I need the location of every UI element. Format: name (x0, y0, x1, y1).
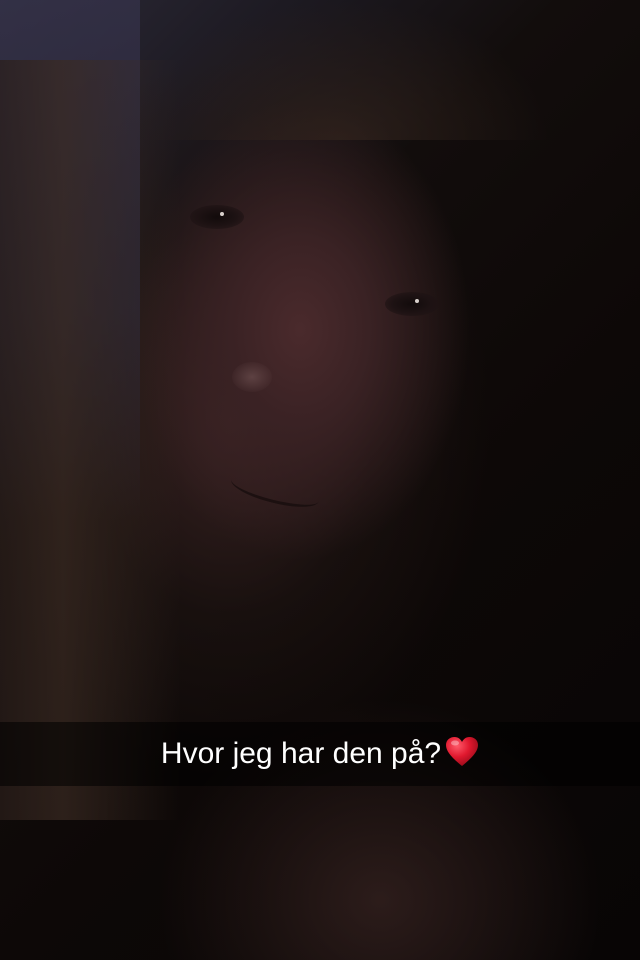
mouth (228, 467, 322, 514)
caption-bar[interactable]: Hvor jeg har den på? (0, 722, 640, 786)
right-eye (385, 292, 439, 316)
caption-text: Hvor jeg har den på? (160, 737, 442, 770)
nose (232, 362, 272, 392)
heart-icon (445, 736, 479, 773)
hair-top (130, 0, 550, 140)
snap-photo (0, 0, 640, 960)
hair-left (0, 60, 180, 820)
left-eye (190, 205, 244, 229)
